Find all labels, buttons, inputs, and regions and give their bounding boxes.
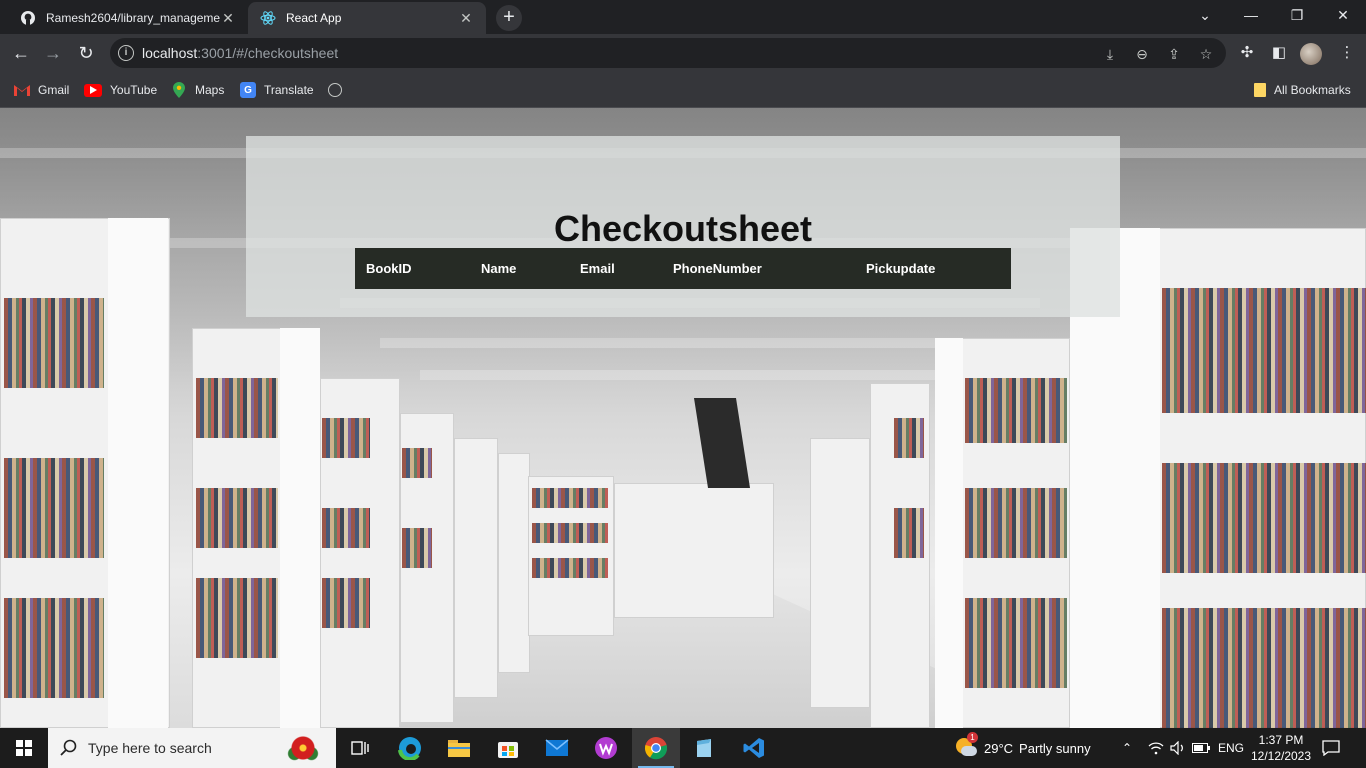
task-view-icon[interactable]: [336, 728, 384, 768]
partly-sunny-icon: 1: [954, 732, 978, 760]
url-text[interactable]: localhost:3001/#/checkoutsheet: [142, 45, 338, 61]
bookmarks-bar: Gmail YouTube Maps G Translate All Bookm…: [0, 72, 1366, 108]
zoom-icon[interactable]: ⊖: [1132, 44, 1152, 64]
translate-icon: G: [240, 82, 256, 98]
browser-toolbar: ← → ↻ i localhost:3001/#/checkoutsheet ⤓…: [0, 34, 1366, 72]
system-clock[interactable]: 1:37 PM 12/12/2023: [1244, 732, 1318, 764]
bookmark-label: All Bookmarks: [1274, 83, 1351, 97]
search-icon: [60, 739, 78, 757]
windows-taskbar: Type here to search 1 29°C Partly sunny …: [0, 728, 1366, 768]
side-panel-icon[interactable]: ◧: [1266, 40, 1292, 66]
vscode-icon[interactable]: [730, 728, 778, 768]
youtube-icon: [84, 83, 102, 97]
reload-icon[interactable]: ↻: [73, 40, 99, 66]
tab-title: Ramesh2604/library_manageme: [46, 11, 220, 25]
new-tab-button[interactable]: +: [496, 5, 522, 31]
weather-condition: Partly sunny: [1019, 740, 1091, 756]
clock-time: 1:37 PM: [1258, 733, 1304, 747]
folder-icon: [1254, 83, 1266, 97]
weather-badge: 1: [967, 732, 978, 743]
share-icon[interactable]: ⇪: [1164, 44, 1184, 64]
network-wifi-icon[interactable]: [1148, 728, 1164, 768]
bookmark-globe[interactable]: [328, 81, 350, 99]
column-header-name: Name: [481, 261, 517, 276]
edge-icon[interactable]: [386, 728, 434, 768]
menu-kebab-icon[interactable]: ⋮: [1334, 40, 1360, 66]
close-tab-icon[interactable]: ✕: [220, 10, 236, 26]
bookmark-star-icon[interactable]: ☆: [1196, 44, 1216, 64]
battery-icon[interactable]: [1192, 728, 1210, 768]
maps-icon: [171, 82, 187, 98]
browser-tab-strip: Ramesh2604/library_manageme ✕ React App …: [0, 0, 1366, 34]
notifications-icon[interactable]: [1322, 728, 1340, 768]
globe-icon: [328, 83, 342, 97]
bookmark-translate[interactable]: G Translate: [240, 81, 314, 99]
tab-react-app[interactable]: React App ✕: [248, 2, 486, 34]
file-explorer-icon[interactable]: [435, 728, 483, 768]
search-placeholder: Type here to search: [88, 740, 212, 756]
site-info-icon[interactable]: i: [118, 45, 134, 61]
minimize-icon[interactable]: —: [1228, 0, 1274, 30]
mail-icon[interactable]: [533, 728, 581, 768]
bookmark-gmail[interactable]: Gmail: [14, 81, 69, 99]
chrome-icon[interactable]: [632, 728, 680, 768]
show-hidden-icons-chevron-icon[interactable]: ⌃: [1122, 728, 1132, 768]
windows-logo-icon: [16, 740, 32, 756]
back-icon[interactable]: ←: [8, 40, 34, 66]
notepad-icon[interactable]: [680, 728, 728, 768]
weather-widget[interactable]: 1 29°C Partly sunny: [954, 728, 1091, 768]
all-bookmarks-folder[interactable]: All Bookmarks: [1254, 81, 1351, 99]
gmail-icon: [14, 82, 30, 98]
wps-office-icon[interactable]: [582, 728, 630, 768]
bookmark-maps[interactable]: Maps: [171, 81, 224, 99]
column-header-bookid: BookID: [366, 261, 412, 276]
page-title: Checkoutsheet: [553, 208, 813, 249]
bookmark-youtube[interactable]: YouTube: [84, 81, 157, 99]
tab-title: React App: [286, 11, 342, 25]
bookmark-label: YouTube: [110, 83, 158, 97]
profile-avatar[interactable]: [1300, 43, 1322, 65]
install-app-icon[interactable]: ⤓: [1100, 44, 1120, 64]
react-icon: [260, 10, 276, 26]
address-bar[interactable]: i localhost:3001/#/checkoutsheet ⤓ ⊖ ⇪ ☆: [110, 38, 1226, 68]
checkout-panel: Checkoutsheet BookID Name Email PhoneNum…: [246, 136, 1120, 317]
github-icon: [20, 10, 36, 26]
microsoft-store-icon[interactable]: [484, 728, 532, 768]
forward-icon[interactable]: →: [40, 40, 66, 66]
tab-search-chevron-icon[interactable]: ⌄: [1182, 0, 1228, 30]
restore-icon[interactable]: ❐: [1274, 0, 1320, 30]
weather-temp: 29°C: [984, 740, 1014, 756]
tab-github-repo[interactable]: Ramesh2604/library_manageme ✕: [8, 2, 248, 34]
volume-icon[interactable]: [1170, 728, 1186, 768]
close-tab-icon[interactable]: ✕: [458, 10, 474, 26]
poinsettia-icon: [286, 734, 320, 762]
column-header-phonenumber: PhoneNumber: [673, 261, 762, 276]
page-viewport: Checkoutsheet BookID Name Email PhoneNum…: [0, 108, 1366, 728]
column-header-email: Email: [580, 261, 615, 276]
clock-date: 12/12/2023: [1250, 749, 1312, 763]
taskbar-search-box[interactable]: Type here to search: [48, 728, 336, 768]
start-button[interactable]: [0, 728, 48, 768]
bookmark-label: Maps: [195, 83, 225, 97]
close-window-icon[interactable]: ✕: [1320, 0, 1366, 30]
extensions-icon[interactable]: ✣: [1234, 40, 1260, 66]
input-language[interactable]: ENG: [1218, 728, 1244, 768]
checkout-table-header: BookID Name Email PhoneNumber Pickupdate: [355, 248, 1011, 289]
bookmark-label: Gmail: [38, 83, 70, 97]
bookmark-label: Translate: [264, 83, 314, 97]
column-header-pickupdate: Pickupdate: [866, 261, 936, 276]
